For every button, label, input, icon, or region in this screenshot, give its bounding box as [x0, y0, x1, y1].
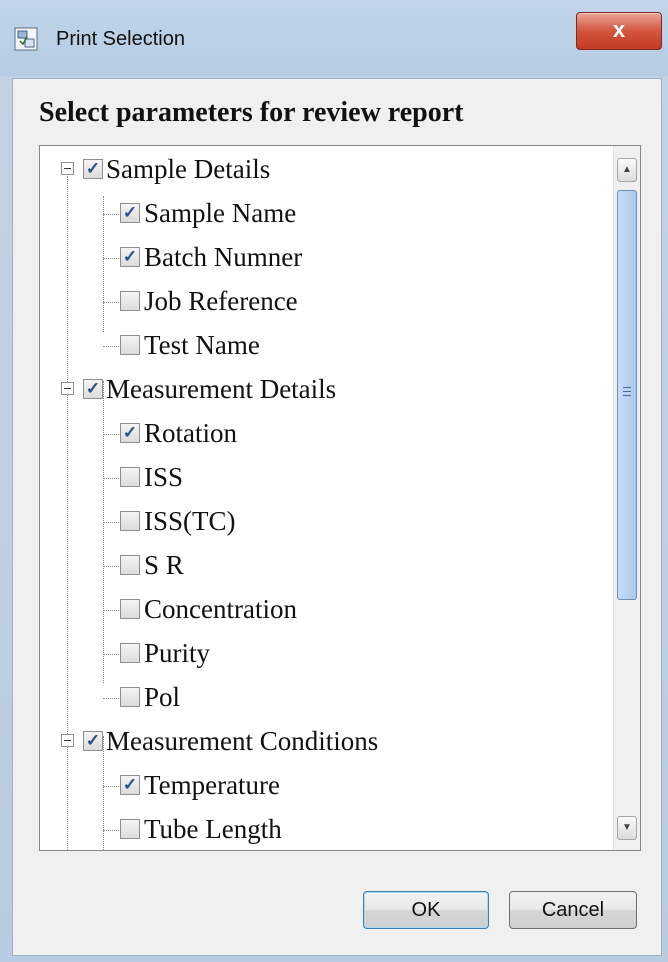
tree-item-label: Job Reference: [144, 286, 298, 316]
collapse-icon[interactable]: [61, 734, 74, 747]
grip-icon: [623, 387, 631, 399]
tree-item-label: Sample Name: [144, 198, 297, 228]
tree-item-label: S R: [144, 550, 184, 580]
cancel-button[interactable]: Cancel: [509, 891, 637, 929]
checkbox-purity[interactable]: [120, 643, 140, 663]
tree-item-label: Purity: [144, 638, 211, 668]
checkbox-iss[interactable]: [120, 467, 140, 487]
tree-item-label: ISS: [144, 462, 184, 492]
checkbox-job-reference[interactable]: [120, 291, 140, 311]
app-icon: [14, 27, 38, 51]
tree-group-label: Measurement Details: [106, 374, 337, 404]
tree-item-test-name[interactable]: Test Name: [40, 326, 600, 366]
scroll-down-button[interactable]: ▼: [617, 816, 637, 840]
close-icon: x: [612, 17, 626, 42]
tree-item-purity[interactable]: Purity: [40, 634, 600, 674]
tree-item-concentration[interactable]: Concentration: [40, 590, 600, 630]
tree-item-iss-tc[interactable]: ISS(TC): [40, 502, 600, 542]
tree-group-label: Measurement Conditions: [106, 726, 379, 756]
scroll-thumb[interactable]: [617, 190, 637, 600]
tree-item-label: Pol: [144, 682, 181, 712]
tree-item-s-r[interactable]: S R: [40, 546, 600, 586]
tree-item-sample-name[interactable]: ✓ Sample Name: [40, 194, 600, 234]
checkbox-sample-details[interactable]: ✓: [83, 159, 103, 179]
collapse-icon[interactable]: [61, 162, 74, 175]
tree-item-label: Concentration: [144, 594, 297, 624]
title-bar[interactable]: Print Selection x: [0, 0, 668, 76]
checkbox-sample-name[interactable]: ✓: [120, 203, 140, 223]
checkbox-concentration[interactable]: [120, 599, 140, 619]
checkbox-batch-numner[interactable]: ✓: [120, 247, 140, 267]
window-title: Print Selection: [56, 28, 185, 50]
tree-item-label: ISS(TC): [144, 506, 236, 536]
dialog-body: Select parameters for review report ✓ Sa…: [12, 78, 662, 956]
tree-item-label: Rotation: [144, 418, 237, 448]
tree-group-sample-details[interactable]: ✓ Sample Details: [40, 150, 600, 190]
tree-item-job-reference[interactable]: Job Reference: [40, 282, 600, 322]
parameter-tree[interactable]: ✓ Sample Details ✓ Sample Name ✓ Batch N…: [39, 145, 641, 851]
checkbox-s-r[interactable]: [120, 555, 140, 575]
checkbox-measurement-conditions[interactable]: ✓: [83, 731, 103, 751]
tree-item-iss[interactable]: ISS: [40, 458, 600, 498]
ok-button[interactable]: OK: [363, 891, 489, 929]
checkbox-test-name[interactable]: [120, 335, 140, 355]
tree-item-rotation[interactable]: ✓ Rotation: [40, 414, 600, 454]
scroll-up-button[interactable]: ▲: [617, 158, 637, 182]
tree-item-temperature[interactable]: ✓ Temperature: [40, 766, 600, 806]
checkbox-pol[interactable]: [120, 687, 140, 707]
checkbox-iss-tc[interactable]: [120, 511, 140, 531]
tree-group-measurement-conditions[interactable]: ✓ Measurement Conditions: [40, 722, 600, 762]
checkbox-measurement-details[interactable]: ✓: [83, 379, 103, 399]
checkbox-temperature[interactable]: ✓: [120, 775, 140, 795]
tree-item-batch-numner[interactable]: ✓ Batch Numner: [40, 238, 600, 278]
checkbox-tube-length[interactable]: [120, 819, 140, 839]
tree-item-tube-length[interactable]: Tube Length: [40, 810, 600, 850]
tree-group-label: Sample Details: [106, 154, 271, 184]
dialog-heading: Select parameters for review report: [39, 97, 464, 128]
tree-item-pol[interactable]: Pol: [40, 678, 600, 718]
checkbox-rotation[interactable]: ✓: [120, 423, 140, 443]
arrow-down-icon: ▼: [622, 822, 632, 833]
vertical-scrollbar[interactable]: ▲ ▼: [613, 146, 640, 850]
collapse-icon[interactable]: [61, 382, 74, 395]
arrow-up-icon: ▲: [622, 164, 632, 175]
tree-item-label: Test Name: [144, 330, 260, 360]
print-selection-window: Print Selection x Select parameters for …: [0, 0, 668, 962]
tree-item-label: Batch Numner: [144, 242, 303, 272]
close-button[interactable]: x: [576, 12, 662, 50]
tree-group-measurement-details[interactable]: ✓ Measurement Details: [40, 370, 600, 410]
tree-item-label: Tube Length: [144, 814, 282, 844]
tree-item-label: Temperature: [144, 770, 281, 800]
